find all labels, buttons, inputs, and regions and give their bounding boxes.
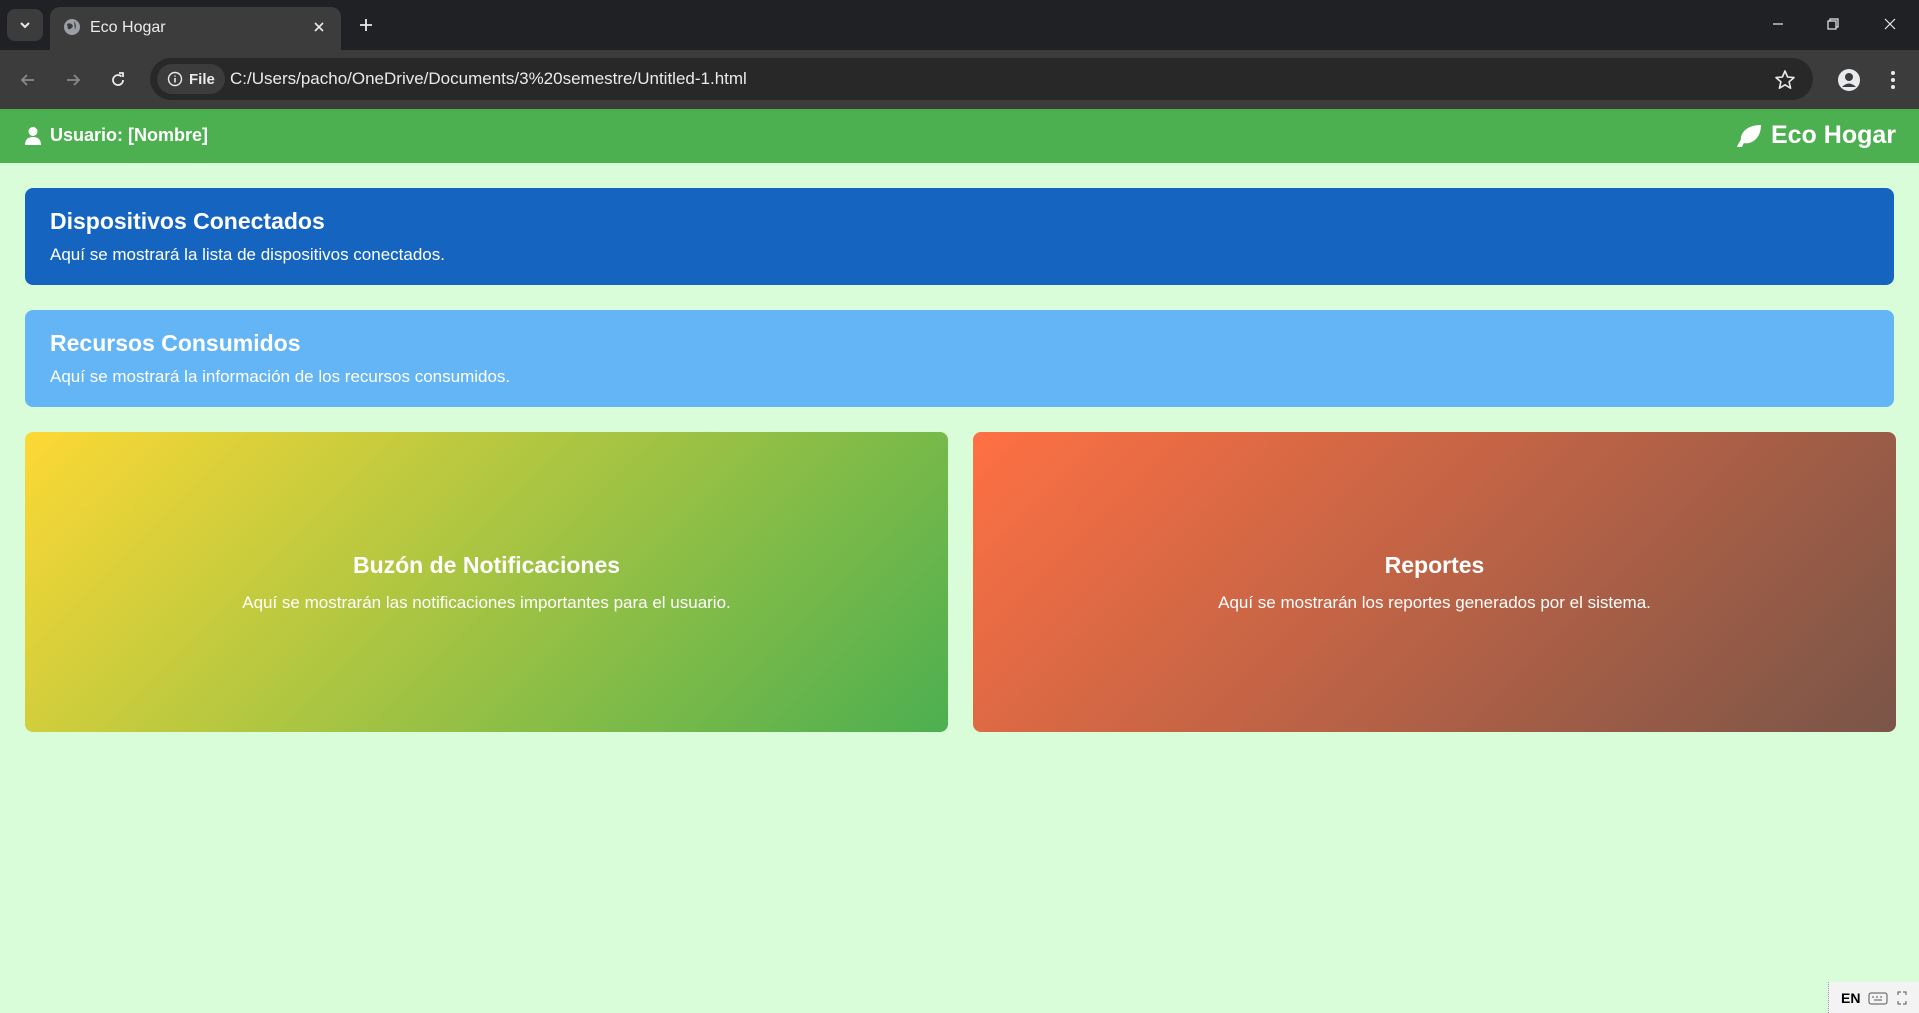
star-icon[interactable]: [1773, 68, 1797, 92]
more-vert-icon: [1891, 71, 1895, 89]
resources-title: Recursos Consumidos: [50, 330, 301, 356]
plus-icon: [360, 19, 372, 31]
restore-icon: [1827, 18, 1839, 30]
arrow-left-icon: [20, 74, 34, 86]
close-icon: [314, 22, 324, 32]
reports-card: Reportes Aquí se mostrarán los reportes …: [973, 432, 1896, 732]
minimize-button[interactable]: [1758, 8, 1798, 40]
close-window-button[interactable]: [1870, 8, 1910, 40]
address-bar[interactable]: File C:/Users/pacho/OneDrive/Documents/3…: [150, 58, 1813, 100]
browser-toolbar: File C:/Users/pacho/OneDrive/Documents/3…: [0, 50, 1919, 109]
profile-icon: [1838, 69, 1860, 91]
profile-button[interactable]: [1834, 65, 1864, 95]
url-text[interactable]: C:/Users/pacho/OneDrive/Documents/3%20se…: [230, 69, 747, 89]
resources-card: Recursos Consumidos Aquí se mostrará la …: [25, 310, 1894, 407]
language-indicator[interactable]: EN: [1828, 982, 1919, 1013]
tab-search-button[interactable]: [7, 9, 43, 41]
site-info-chip[interactable]: File: [157, 64, 225, 94]
app-header: Usuario: [Nombre] Eco Hogar: [0, 109, 1919, 163]
tab-title: Eco Hogar: [90, 19, 166, 36]
leaf-icon: [1736, 124, 1761, 147]
chip-label: File: [189, 70, 215, 88]
screen-capture-icon: [1897, 991, 1907, 1004]
notifications-text: Aquí se mostrarán las notificaciones imp…: [242, 592, 731, 612]
browser-tab[interactable]: Eco Hogar: [50, 7, 341, 50]
devices-text: Aquí se mostrará la lista de dispositivo…: [50, 245, 445, 264]
tab-close-button[interactable]: [307, 15, 331, 39]
user-label: Usuario: [Nombre]: [50, 125, 209, 145]
user-icon: [25, 126, 41, 145]
brand: Eco Hogar: [1735, 121, 1896, 150]
devices-card: Dispositivos Conectados Aquí se mostrará…: [25, 188, 1894, 285]
reload-icon: [112, 72, 124, 86]
devices-title: Dispositivos Conectados: [50, 208, 325, 234]
user-info: Usuario: [Nombre]: [24, 125, 208, 146]
keyboard-icon: [1868, 992, 1888, 1004]
info-icon: [167, 71, 183, 87]
language-label: EN: [1841, 989, 1861, 1006]
minimize-icon: [1773, 23, 1783, 25]
restore-button[interactable]: [1813, 8, 1853, 40]
notifications-card: Buzón de Notificaciones Aquí se mostrará…: [25, 432, 948, 732]
reports-text: Aquí se mostrarán los reportes generados…: [1218, 592, 1651, 612]
tab-strip: Eco Hogar: [0, 0, 1919, 50]
back-button[interactable]: [13, 65, 43, 95]
chevron-down-icon: [20, 22, 30, 29]
globe-icon: [64, 19, 80, 35]
resources-text: Aquí se mostrará la información de los r…: [50, 367, 511, 386]
page-content: Usuario: [Nombre] Eco Hogar Dispositivos…: [0, 109, 1919, 1013]
reports-title: Reportes: [1384, 551, 1485, 578]
notifications-title: Buzón de Notificaciones: [352, 551, 621, 578]
brand-name: Eco Hogar: [1770, 121, 1896, 149]
forward-button[interactable]: [58, 65, 88, 95]
new-tab-button[interactable]: [352, 11, 380, 39]
browser-menu-button[interactable]: [1880, 65, 1906, 95]
arrow-right-icon: [67, 74, 81, 86]
reload-button[interactable]: [103, 65, 133, 95]
close-icon: [1884, 18, 1896, 30]
